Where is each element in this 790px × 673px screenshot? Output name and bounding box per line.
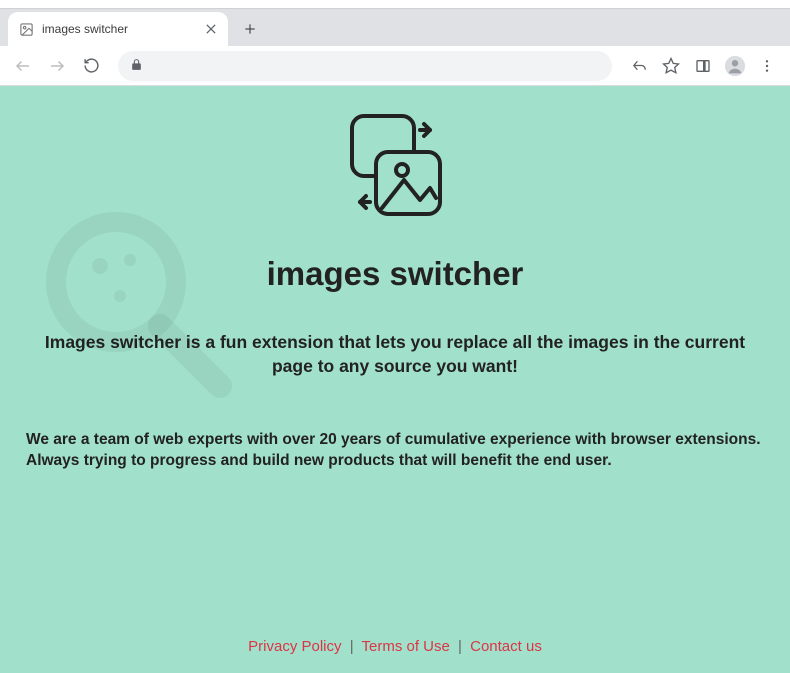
tab-strip: images switcher: [0, 8, 790, 46]
terms-of-use-link[interactable]: Terms of Use: [362, 638, 450, 655]
share-icon[interactable]: [624, 51, 654, 81]
tab-title: images switcher: [42, 22, 196, 36]
privacy-policy-link[interactable]: Privacy Policy: [248, 638, 341, 655]
side-panel-icon[interactable]: [688, 51, 718, 81]
browser-tab[interactable]: images switcher: [8, 12, 228, 46]
browser-toolbar: [0, 46, 790, 86]
address-bar[interactable]: [118, 51, 612, 81]
new-tab-button[interactable]: [236, 15, 264, 43]
footer-links: Privacy Policy | Terms of Use | Contact …: [0, 638, 790, 655]
app-logo-icon: [330, 102, 460, 232]
tab-close-icon[interactable]: [204, 20, 218, 39]
forward-button[interactable]: [42, 51, 72, 81]
reload-button[interactable]: [76, 51, 106, 81]
tab-favicon: [18, 21, 34, 37]
page-heading: images switcher: [16, 255, 774, 293]
back-button[interactable]: [8, 51, 38, 81]
profile-avatar-icon[interactable]: [720, 51, 750, 81]
page-tagline: Images switcher is a fun extension that …: [16, 331, 774, 378]
menu-kebab-icon[interactable]: [752, 51, 782, 81]
contact-us-link[interactable]: Contact us: [470, 638, 542, 655]
separator: |: [350, 638, 354, 655]
page-content: images switcher Images switcher is a fun…: [0, 86, 790, 673]
separator: |: [458, 638, 462, 655]
bookmark-star-icon[interactable]: [656, 51, 686, 81]
page-description: We are a team of web experts with over 2…: [16, 430, 774, 472]
lock-icon: [130, 58, 143, 74]
